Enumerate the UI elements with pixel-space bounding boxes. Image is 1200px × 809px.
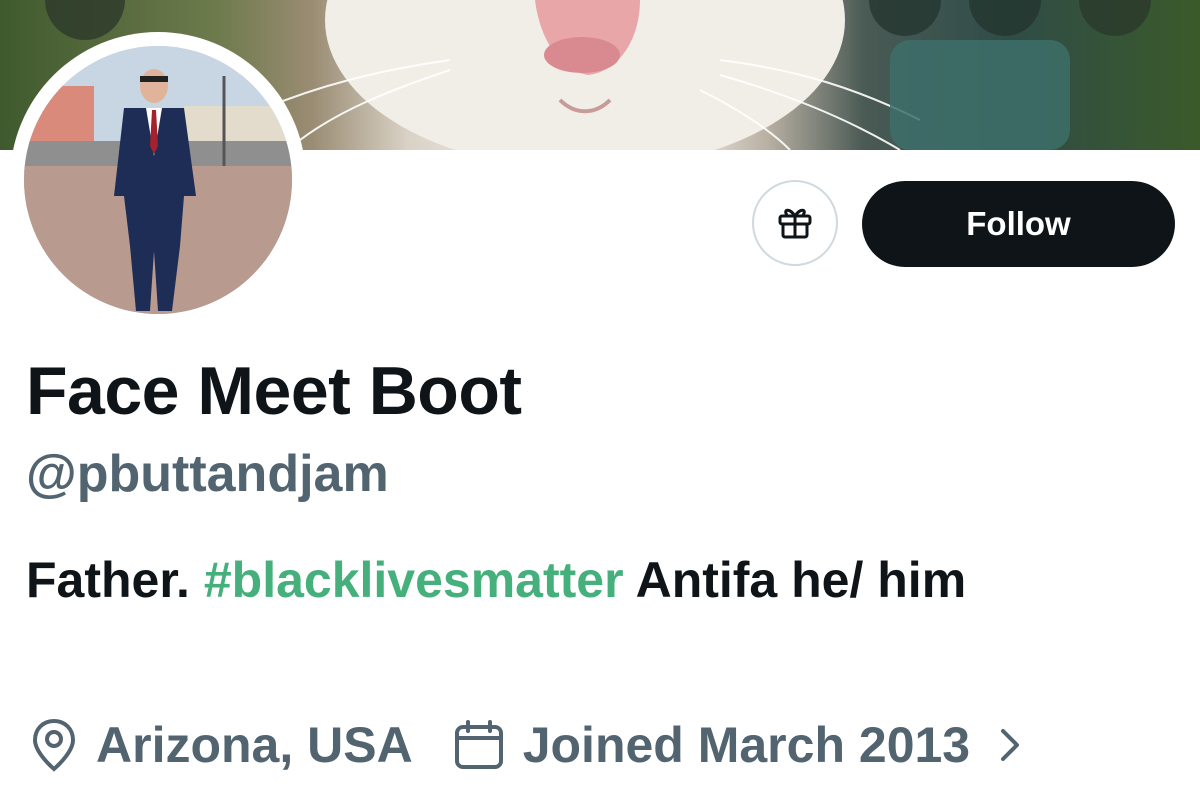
location-pin-icon	[30, 717, 78, 773]
gift-icon	[775, 201, 815, 246]
profile-handle: @pbuttandjam	[26, 445, 389, 503]
bio-text-end: Antifa he/ him	[623, 552, 967, 608]
calendar-icon	[453, 719, 505, 771]
bio-text: Father.	[26, 552, 204, 608]
profile-display-name: Face Meet Boot	[26, 353, 522, 429]
profile-location: Arizona, USA	[96, 717, 413, 773]
gift-button[interactable]	[752, 180, 838, 266]
profile-meta: Arizona, USA Joined March 2013	[30, 710, 1024, 780]
bio-hashtag-link[interactable]: #blacklivesmatter	[204, 552, 624, 608]
profile-bio: Father. #blacklivesmatter Antifa he/ him	[26, 540, 1146, 620]
avatar[interactable]	[24, 46, 292, 314]
follow-button[interactable]: Follow	[862, 181, 1175, 267]
profile-joined-date: Joined March 2013	[522, 717, 971, 773]
avatar-frame[interactable]	[10, 32, 306, 328]
chevron-right-icon[interactable]	[996, 725, 1024, 765]
avatar-photo	[24, 46, 292, 314]
